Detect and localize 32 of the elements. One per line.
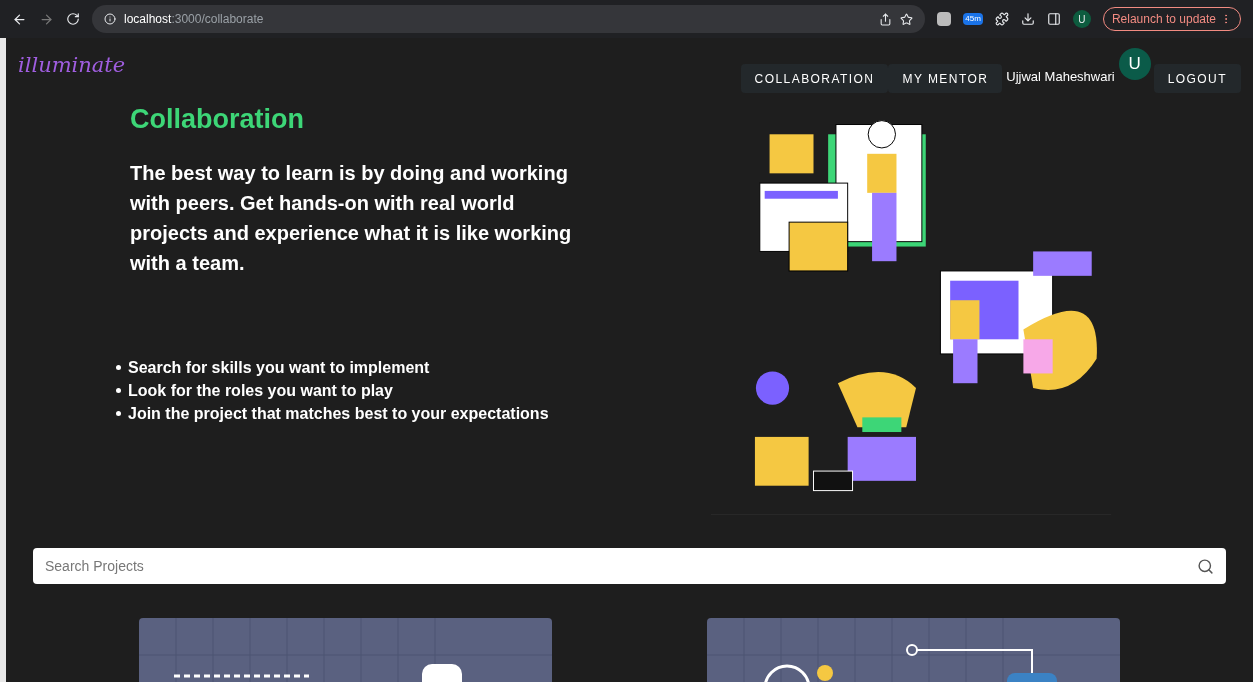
search-field[interactable]: Search Projects xyxy=(33,548,1226,584)
bullet-text: Join the project that matches best to your expectations xyxy=(128,403,549,424)
side-panel-icon[interactable] xyxy=(1046,12,1061,26)
bullet-text: Search for skills you want to implement xyxy=(128,357,430,378)
intro-paragraph: The best way to learn is by doing and working with peers. Get hands-on with real world projects and experience what it is like working with a team. xyxy=(130,160,573,276)
logo[interactable]: illuminate xyxy=(18,46,126,82)
logout-button[interactable]: LOGOUT xyxy=(1153,64,1241,93)
page-title: Collaboration xyxy=(130,103,305,136)
profile-avatar[interactable]: U xyxy=(1072,10,1091,28)
info-icon[interactable] xyxy=(104,13,116,25)
user-avatar[interactable]: U xyxy=(1118,48,1151,80)
nav-link[interactable]: MY MENTOR xyxy=(888,64,1003,93)
nav-link[interactable]: COLLABORATION xyxy=(740,64,889,93)
extension-badge[interactable]: 45m xyxy=(963,13,983,25)
back-icon[interactable] xyxy=(12,11,27,27)
share-icon[interactable] xyxy=(879,12,893,26)
project-thumbnail[interactable] xyxy=(139,618,552,682)
bookmark-icon[interactable] xyxy=(900,12,914,26)
user-name: Ujjwal Maheshwari xyxy=(1006,68,1115,86)
forward-icon[interactable] xyxy=(39,11,54,27)
download-icon[interactable] xyxy=(1020,12,1035,26)
search-input: Search Projects xyxy=(45,555,1197,577)
reload-icon[interactable] xyxy=(66,12,80,26)
address-bar[interactable]: localhost:3000/collaborate xyxy=(92,5,926,33)
bullet-text: Look for the roles you want to play xyxy=(128,380,393,401)
bullet-icon xyxy=(116,387,121,393)
url-text: localhost:3000/collaborate xyxy=(124,11,264,28)
search-icon[interactable] xyxy=(1197,557,1214,575)
project-thumbnail[interactable] xyxy=(707,618,1120,682)
extensions-icon[interactable] xyxy=(994,12,1009,26)
bullet-icon xyxy=(116,364,121,370)
bullet-icon xyxy=(116,410,121,416)
